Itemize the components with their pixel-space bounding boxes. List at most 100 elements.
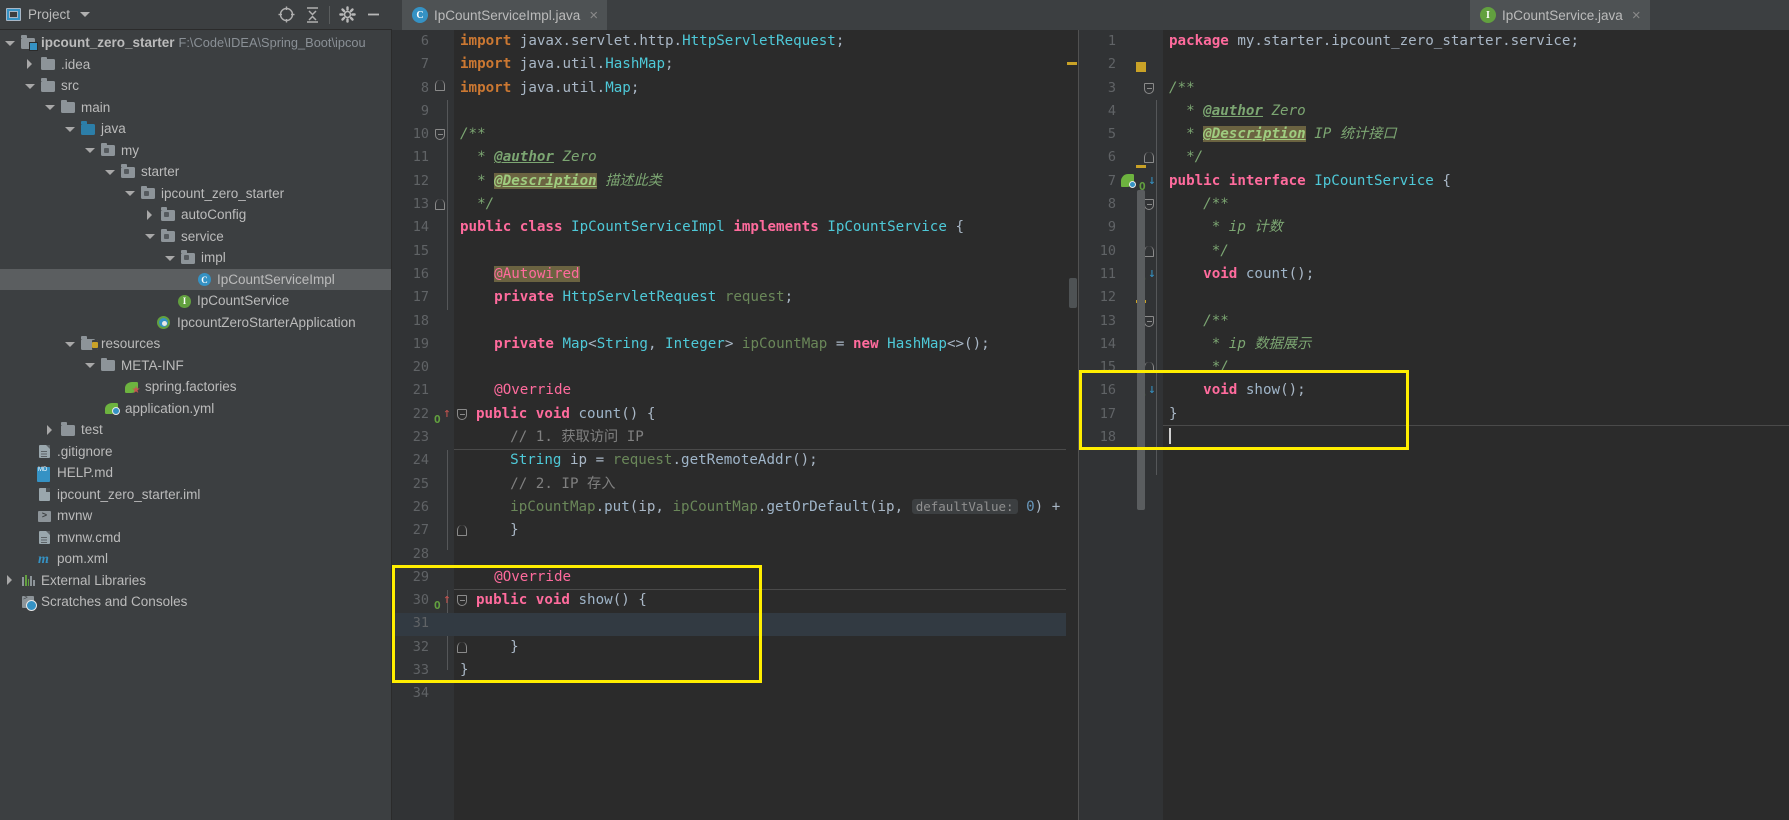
project-panel-toolbar: Project [0,0,392,30]
override-implementing-marker[interactable]: O ↑ [432,403,454,426]
code-line-31: 31 [392,612,1078,635]
tree-row-service[interactable]: service [0,226,391,248]
tree-row-resources[interactable]: resources [0,333,391,355]
expand-arrow-icon[interactable] [164,252,176,264]
expand-arrow-icon[interactable] [24,58,36,70]
expand-arrow-icon[interactable] [64,338,76,350]
fold-close-icon[interactable] [435,79,445,91]
tree-row-java[interactable]: java [0,118,391,140]
editor-ipcountserviceimpl[interactable]: 6 import javax.servlet.http.HttpServletR… [392,30,1078,820]
tree-row-gitignore[interactable]: .gitignore [0,441,391,463]
expand-arrow-icon[interactable] [4,37,16,49]
code-line-21: 21 @Override [392,379,1078,402]
expand-arrow-icon[interactable] [64,123,76,135]
fold-close-icon[interactable] [457,525,467,537]
tree-row-starter[interactable]: starter [0,161,391,183]
expand-arrow-icon[interactable] [124,187,136,199]
tree-row-mvnw[interactable]: > mvnw [0,505,391,527]
code-text: * @Description 描述此类 [460,172,662,189]
code-text: @Autowired [494,265,580,282]
tree-row-pom-xml[interactable]: m pom.xml [0,548,391,570]
override-implementing-marker[interactable]: O ↑ [432,589,454,612]
gutter-slot [432,240,454,263]
expand-arrow-icon[interactable] [84,144,96,156]
tree-row-meta-inf[interactable]: META-INF [0,355,391,377]
warning-marker[interactable] [1136,62,1146,72]
expand-arrow-icon[interactable] [24,80,36,92]
spring-bean-icon[interactable] [1121,173,1136,188]
editor-scrollbar-thumb[interactable] [1137,190,1145,510]
code-line-2: 2 [1079,53,1789,76]
close-icon[interactable]: × [589,8,598,23]
expand-arrow-icon[interactable] [44,424,56,436]
line-number: 24 [412,452,429,469]
tree-row-scratches-and-consoles[interactable]: Scratches and Consoles [0,591,391,613]
tree-row-ipcountzerostarterapplication[interactable]: IpcountZeroStarterApplication [0,312,391,334]
fold-close-icon[interactable] [435,199,445,211]
tree-row-ipcount-zero-starter-pkg[interactable]: ipcount_zero_starter [0,183,391,205]
expand-arrow-icon[interactable] [104,166,116,178]
code-line-6: 6 import javax.servlet.http.HttpServletR… [392,30,1078,53]
tree-row-application-yml[interactable]: application.yml [0,398,391,420]
tree-row-spring-factories[interactable]: spring.factories [0,376,391,398]
tree-row-mvnw-cmd[interactable]: mvnw.cmd [0,527,391,549]
tab-ipcountserviceimpl-java[interactable]: C IpCountServiceImpl.java × [402,0,608,32]
tab-ipcountservice-java[interactable]: I IpCountService.java × [1470,0,1650,32]
code-text: */ [1169,359,1229,376]
editor-ipcountservice[interactable]: 1 package my.starter.ipcount_zero_starte… [1078,30,1789,820]
tree-row-ipcountserviceimpl[interactable]: C IpCountServiceImpl [0,268,391,290]
close-icon[interactable]: × [1632,8,1641,23]
tree-row-test[interactable]: test [0,419,391,441]
editor-scrollbar-thumb[interactable] [1069,278,1077,308]
warning-marker[interactable] [1067,62,1077,65]
fold-open-icon[interactable] [457,408,467,420]
tree-row-ipcountservice[interactable]: I IpCountService [0,290,391,312]
fold-close-icon[interactable] [457,641,467,653]
expand-arrow-icon[interactable] [4,574,16,586]
tree-item-label: META-INF [121,357,184,373]
tree-row-help-md[interactable]: HELP.md [0,462,391,484]
tree-row-ipcount-zero-starter[interactable]: ipcount_zero_starter F:\Code\IDEA\Spring… [0,32,391,54]
code-text: } [476,522,519,539]
fold-slot [454,636,470,659]
tree-row-external-libraries[interactable]: External Libraries [0,570,391,592]
tree-row-impl[interactable]: impl [0,247,391,269]
tree-row-main[interactable]: main [0,97,391,119]
line-number: 8 [420,79,429,96]
tree-item-label: mvnw [57,508,93,524]
expand-arrow-icon[interactable] [44,101,56,113]
chevron-down-icon[interactable] [80,12,91,17]
fold-open-icon[interactable] [435,129,445,141]
collapse-all-icon[interactable] [299,2,325,28]
tree-row-my[interactable]: my [0,140,391,162]
fold-open-icon[interactable] [457,595,467,607]
code-text: /** [460,126,486,143]
gutter-slot [432,30,454,53]
code-line-10: 10 */ [1079,240,1789,263]
expand-arrow-icon[interactable] [144,230,156,242]
code-text: */ [460,196,495,213]
tree-row-ipcount-zero-starter-iml[interactable]: ipcount_zero_starter.iml [0,484,391,506]
expand-arrow-icon[interactable] [84,359,96,371]
settings-gear-icon[interactable] [334,2,360,28]
minimize-icon[interactable] [360,2,386,28]
code-lines-right: 1 package my.starter.ipcount_zero_starte… [1079,30,1789,449]
tree-row-idea[interactable]: .idea [0,54,391,76]
code-text: private Map<String, Integer> ipCountMap … [494,335,990,352]
package-icon [160,228,177,244]
expand-arrow-icon[interactable] [144,209,156,221]
code-line-9: 9 * ip 计数 [1079,216,1789,239]
line-number: 14 [1099,335,1116,352]
marker-strip-left[interactable] [1066,30,1078,820]
tree-row-autoconfig[interactable]: autoConfig [0,204,391,226]
target-icon[interactable] [273,2,299,28]
line-number: 17 [1099,405,1116,422]
gutter-slot [432,659,454,682]
change-marker[interactable] [1136,165,1146,168]
project-panel-title[interactable]: Project [6,7,91,22]
marker-strip-right[interactable] [1135,30,1147,820]
project-tree[interactable]: ipcount_zero_starter F:\Code\IDEA\Spring… [0,30,392,820]
code-text: public class IpCountServiceImpl implemen… [460,219,964,236]
tree-row-src[interactable]: src [0,75,391,97]
code-line-11: 11 O ↓ void count(); [1079,263,1789,286]
